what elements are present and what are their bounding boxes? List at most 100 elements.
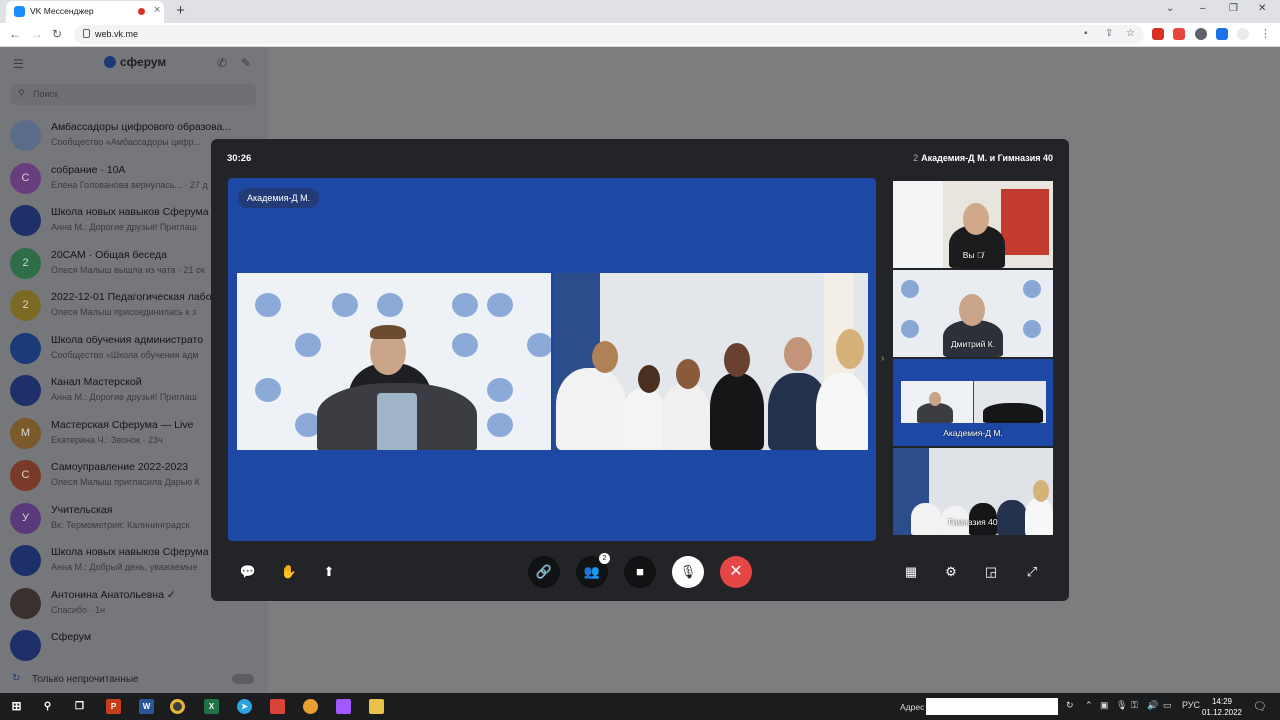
chat-avatar <box>10 120 41 151</box>
grid-layout-button[interactable]: ▦ <box>898 561 924 583</box>
powerpoint-icon[interactable]: P <box>106 699 121 714</box>
tab-search-icon[interactable]: ⌄ <box>1166 3 1174 14</box>
windows-taskbar: ⊞ ⚲ ❐ P W X ➤ Адрес ↻ ⌃ ▣ 🎙 ⚿ 🔊 ▭ РУС 14… <box>0 693 1280 720</box>
close-window-button[interactable]: ✕ <box>1258 3 1266 14</box>
vk-favicon-icon <box>14 6 25 17</box>
address-bar[interactable]: web.vk.me ▪ ⇪ ☆ <box>74 25 1144 44</box>
telegram-icon[interactable]: ➤ <box>237 699 252 714</box>
chat-avatar: С <box>10 162 41 194</box>
chat-avatar <box>10 587 41 619</box>
sferum-logo: сферум <box>104 55 166 69</box>
sidebar-header: ☰ сферум ✆ ✎ <box>0 47 268 81</box>
thumbnail-self[interactable]: Вы 🎙̸ <box>893 181 1053 268</box>
picture-in-picture-button[interactable]: ◲ <box>978 561 1004 583</box>
thumbnail-participant[interactable]: Дмитрий К. <box>893 270 1053 357</box>
thumbnail-label: Академия-Д М. <box>943 428 1003 438</box>
adblock-extension-icon[interactable] <box>1152 28 1164 40</box>
main-video-stage[interactable]: Академия-Д М. <box>228 178 876 541</box>
participants-button[interactable]: 👥 2 <box>576 553 610 588</box>
video-feed-classroom <box>554 273 868 450</box>
battery-icon[interactable]: ▭ <box>1163 700 1172 711</box>
search-icon: ⚲ <box>18 88 25 98</box>
copy-link-button[interactable]: 🔗 <box>528 556 560 588</box>
new-tab-button[interactable]: + <box>172 3 189 20</box>
refresh-icon: ↻ <box>12 673 21 684</box>
word-icon[interactable]: W <box>139 699 154 714</box>
tab-title: VK Мессенджер <box>30 6 94 16</box>
clock-date: 01.12.2022 <box>1201 708 1243 717</box>
excel-icon[interactable]: X <box>204 699 219 714</box>
figma-icon[interactable] <box>336 699 351 714</box>
share-icon[interactable]: ⇪ <box>1105 28 1113 39</box>
chat-avatar: М <box>10 417 41 449</box>
volume-icon[interactable]: 🔊 <box>1147 700 1158 711</box>
task-view-icon[interactable]: ❐ <box>72 699 87 714</box>
profile-avatar-icon[interactable] <box>1237 28 1249 40</box>
new-call-icon[interactable]: ✆ <box>217 56 227 70</box>
settings-button[interactable]: ⚙ <box>938 561 964 583</box>
call-timer: 30:26 <box>227 153 252 164</box>
bookmark-star-icon[interactable]: ☆ <box>1126 28 1135 39</box>
chat-avatar <box>10 332 41 364</box>
app-icon[interactable] <box>270 699 285 714</box>
puzzle-extensions-icon[interactable] <box>1195 28 1207 40</box>
windows-start-icon[interactable]: ⊞ <box>9 699 24 714</box>
recording-indicator-icon <box>138 8 145 15</box>
network-tray-icon[interactable]: ⚿ <box>1131 700 1138 711</box>
yandex-browser-icon[interactable] <box>303 699 318 714</box>
mic-muted-icon: 🎙̸ <box>976 250 984 260</box>
notifications-icon[interactable]: 🗨 <box>1253 700 1267 713</box>
unread-only-label: Только непрочитанные <box>32 674 139 685</box>
menu-icon[interactable]: ☰ <box>13 57 24 71</box>
browser-menu-icon[interactable]: ⋮ <box>1260 28 1272 40</box>
system-clock[interactable]: 14:29 01.12.2022 <box>1200 696 1244 718</box>
file-explorer-icon[interactable] <box>369 699 384 714</box>
forward-icon[interactable]: → <box>31 27 43 41</box>
camera-icon[interactable]: ▪ <box>1084 28 1088 39</box>
language-indicator[interactable]: РУС <box>1182 700 1200 710</box>
chat-name: Сферум <box>51 631 92 643</box>
video-call-window: 30:26 2 Академия-Д М. и Гимназия 40 Акаде… <box>211 139 1069 601</box>
chat-avatar: 2 <box>10 290 41 321</box>
thumbnail-active-speaker[interactable]: Академия-Д М. <box>893 359 1053 446</box>
address-go-icon[interactable]: ↻ <box>1066 700 1074 711</box>
participants-badge: 2 <box>599 553 610 564</box>
brand-name: сферум <box>120 55 167 69</box>
thumbnail-participant[interactable]: Гимназия 40 <box>893 448 1053 535</box>
minimize-button[interactable]: – <box>1200 3 1206 14</box>
tray-expand-icon[interactable]: ⌃ <box>1085 700 1093 711</box>
restore-button[interactable]: ❐ <box>1229 3 1238 14</box>
camera-toggle-button[interactable]: ■ <box>624 556 656 588</box>
chat-avatar <box>10 545 41 576</box>
unread-only-toggle[interactable] <box>232 674 254 684</box>
tray-app-icon[interactable]: ▣ <box>1100 700 1109 711</box>
extension-icon[interactable] <box>1173 28 1185 40</box>
thumbnail-label: Гимназия 40 <box>948 517 998 527</box>
chrome-icon[interactable] <box>170 699 185 714</box>
end-call-button[interactable]: ✕ <box>720 556 752 588</box>
chevron-right-icon[interactable]: › <box>881 353 884 364</box>
chat-avatar <box>10 630 41 661</box>
reload-icon[interactable]: ↻ <box>52 27 62 41</box>
share-screen-button[interactable]: ⬆ <box>316 561 342 583</box>
sidebar-panel-icon[interactable] <box>1216 28 1228 40</box>
raise-hand-button[interactable]: ✋ <box>276 561 302 583</box>
lock-icon <box>83 29 90 38</box>
close-tab-icon[interactable]: × <box>154 4 160 16</box>
call-title-text: Академия-Д М. и Гимназия 40 <box>921 153 1053 163</box>
unread-only-filter[interactable]: ↻ Только непрочитанные <box>0 665 268 693</box>
fullscreen-button[interactable]: ⤢ <box>1019 561 1045 583</box>
back-icon[interactable]: ← <box>9 27 21 41</box>
chat-preview: Спасибо · 1н <box>51 604 106 615</box>
microphone-tray-icon[interactable]: 🎙 <box>1116 700 1127 711</box>
chat-list-item[interactable]: Сферум <box>0 624 268 667</box>
compose-icon[interactable]: ✎ <box>241 56 251 70</box>
call-title: 2 Академия-Д М. и Гимназия 40 <box>913 153 1053 163</box>
chat-button[interactable]: 💬 <box>235 561 261 583</box>
browser-tab[interactable]: VK Мессенджер × <box>6 1 164 23</box>
address-toolbar-input[interactable] <box>926 698 1058 715</box>
mic-muted-button[interactable]: 🎙 <box>672 556 704 588</box>
url-text[interactable]: web.vk.me <box>95 29 138 39</box>
search-icon[interactable]: ⚲ <box>40 699 55 714</box>
search-input[interactable]: ⚲ Поиск <box>10 84 256 105</box>
